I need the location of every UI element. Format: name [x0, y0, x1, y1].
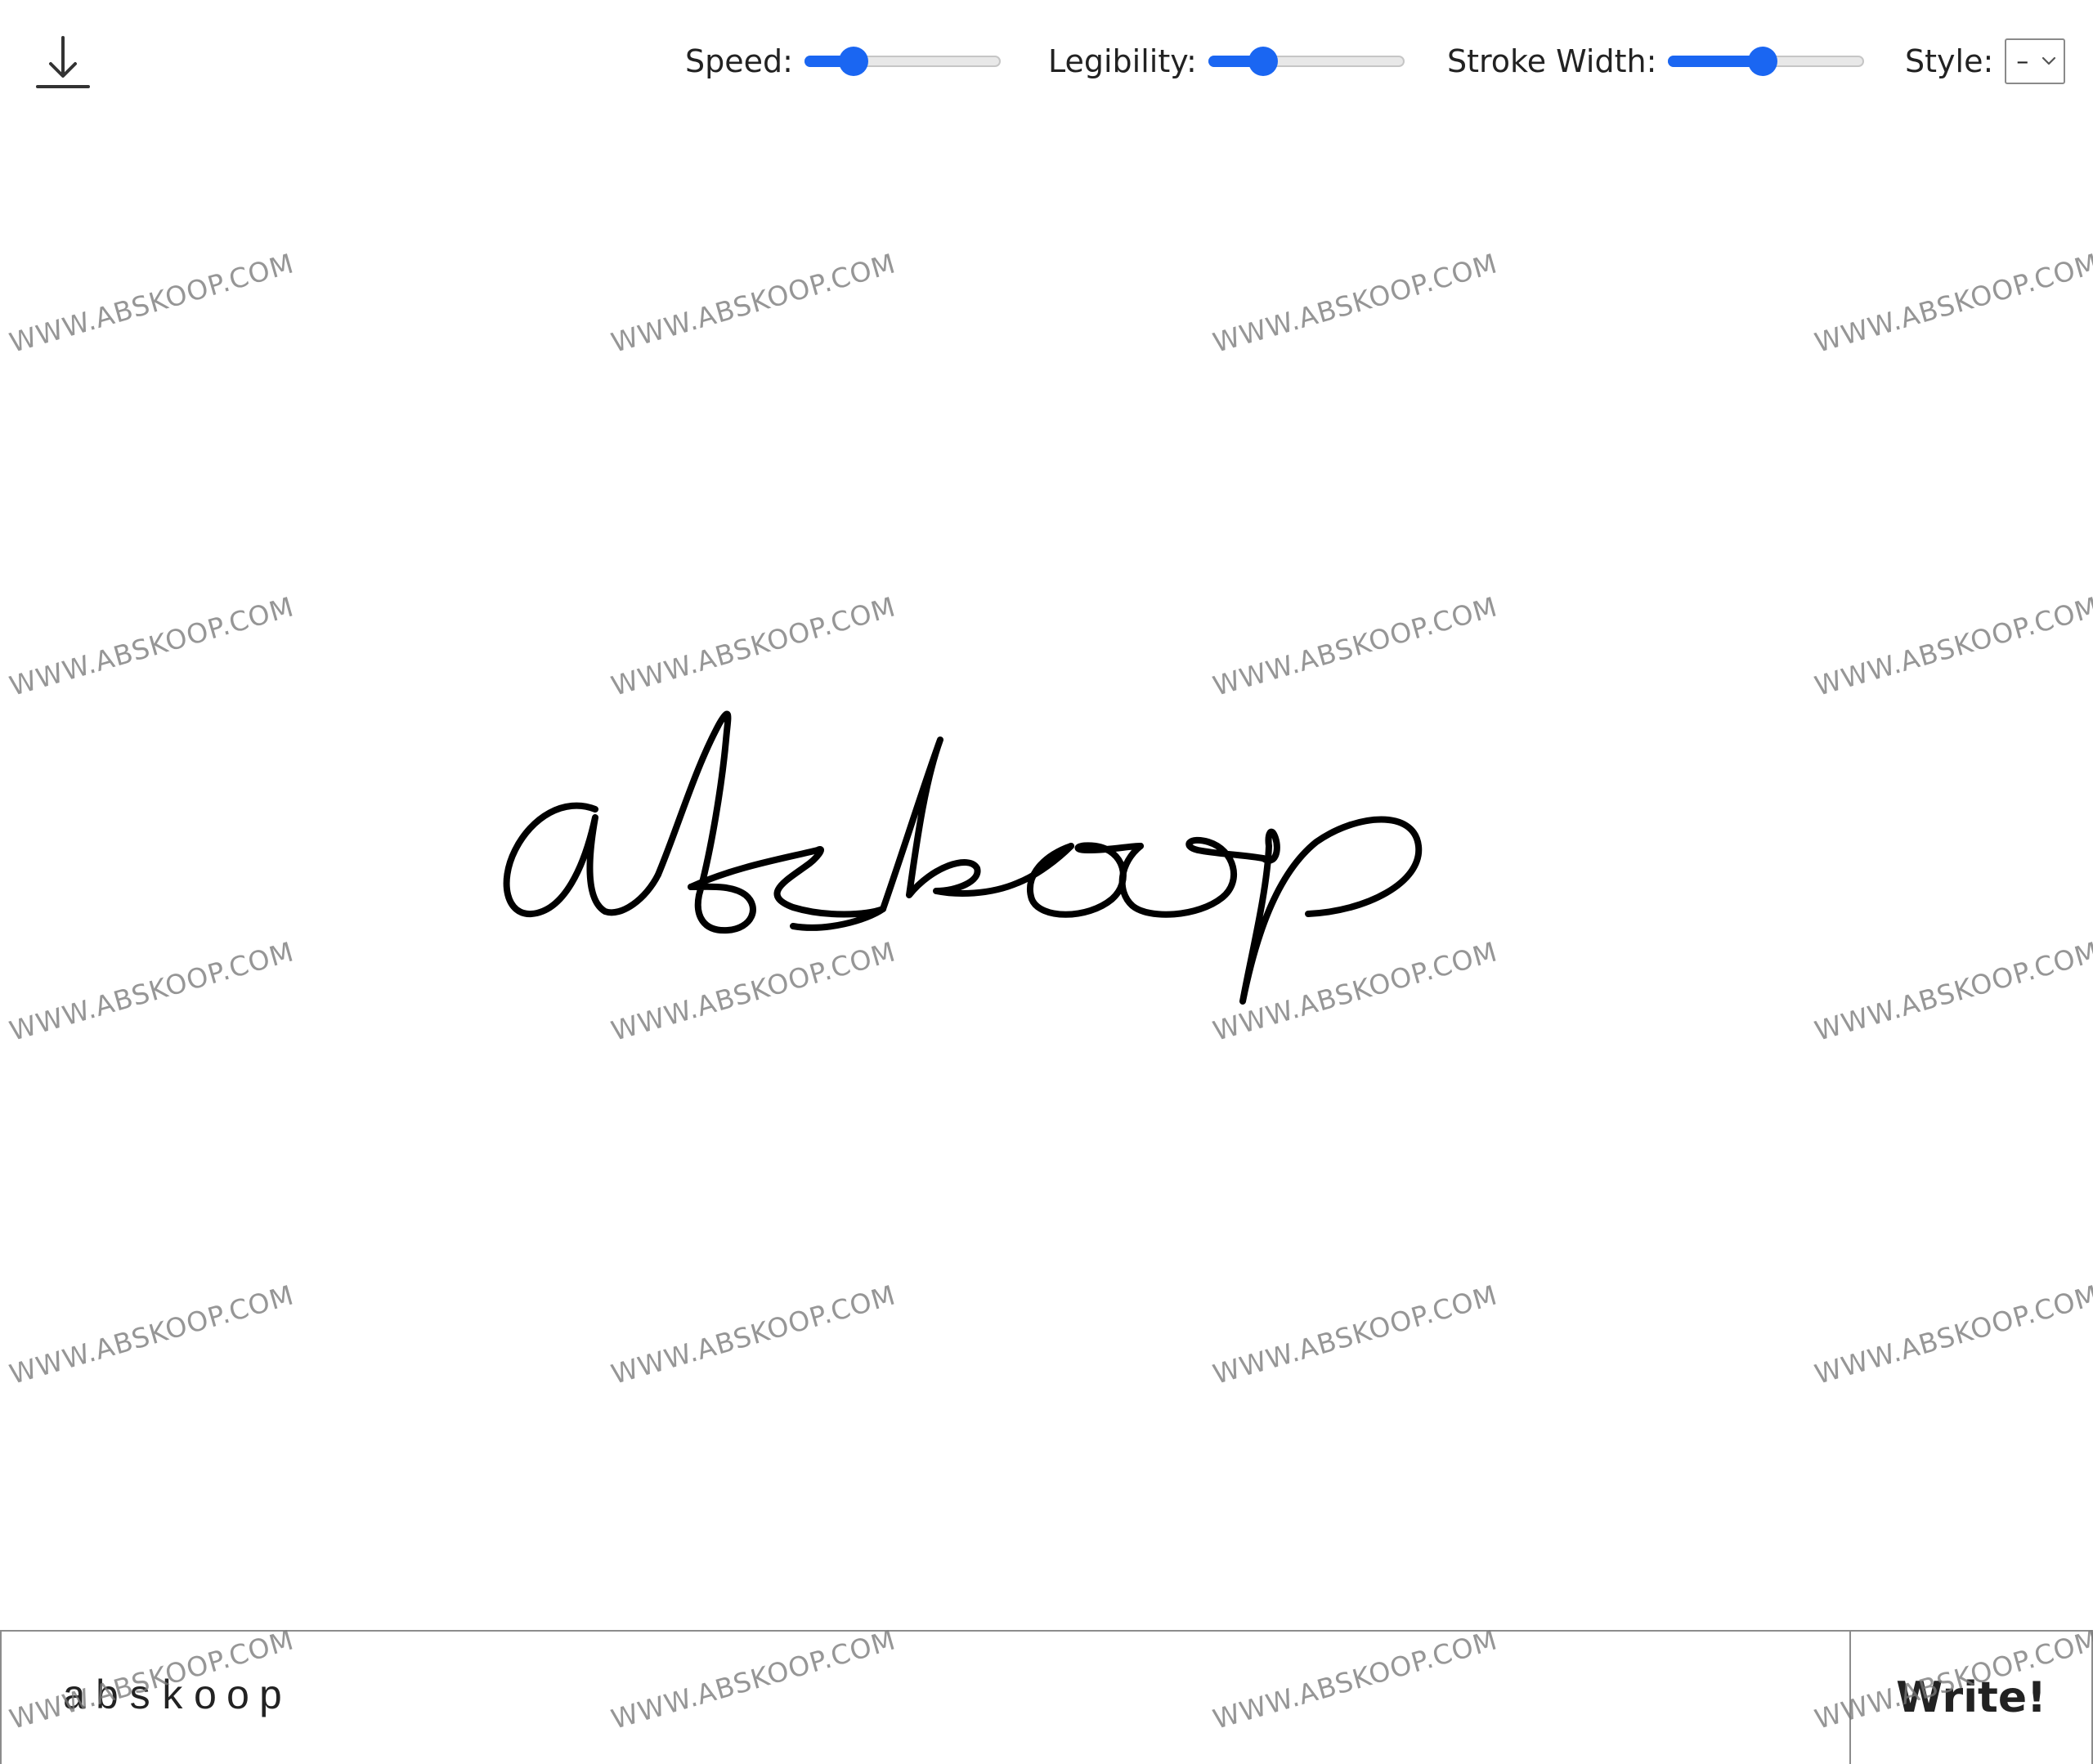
download-icon — [36, 36, 90, 88]
style-selected-value: – — [2016, 47, 2029, 76]
legibility-slider[interactable] — [1208, 45, 1405, 78]
stroke-width-control: Stroke Width: — [1447, 33, 1865, 90]
legibility-label: Legibility: — [1048, 43, 1197, 79]
input-bar: Write! — [0, 1630, 2093, 1764]
stroke-width-slider[interactable] — [1668, 45, 1865, 78]
style-control: Style: – — [1905, 33, 2066, 90]
speed-slider[interactable] — [804, 45, 1001, 78]
legibility-control: Legibility: — [1048, 33, 1405, 90]
write-button[interactable]: Write! — [1849, 1632, 2093, 1764]
handwritten-signature — [503, 710, 1423, 1005]
app-root: Speed: Legibility: Stroke Width: Style: … — [0, 0, 2093, 1764]
stroke-width-label: Stroke Width: — [1447, 43, 1657, 79]
chevron-down-icon — [2042, 56, 2056, 65]
speed-control: Speed: — [685, 33, 1001, 90]
style-select[interactable]: – — [2005, 38, 2066, 84]
speed-slider-thumb[interactable] — [838, 47, 868, 76]
stroke-width-slider-thumb[interactable] — [1747, 47, 1777, 76]
speed-label: Speed: — [685, 43, 793, 79]
style-label: Style: — [1905, 43, 1994, 79]
legibility-slider-thumb[interactable] — [1248, 47, 1278, 76]
handwriting-canvas — [0, 106, 2093, 1627]
text-input[interactable] — [0, 1632, 1849, 1764]
download-button[interactable] — [33, 33, 93, 93]
